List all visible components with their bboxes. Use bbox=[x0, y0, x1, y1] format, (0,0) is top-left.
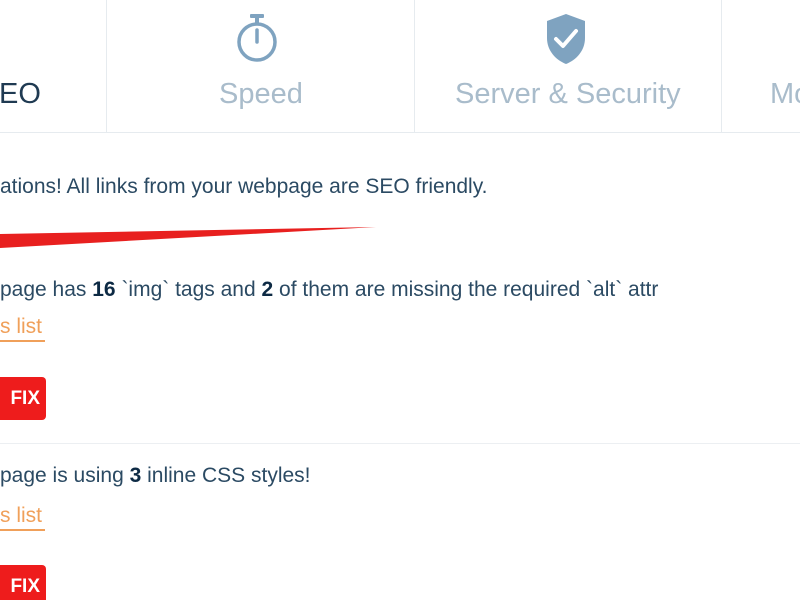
tab-seo[interactable]: EO bbox=[0, 0, 106, 132]
img-issue-suffix: of them are missing the required `alt` a… bbox=[273, 278, 659, 301]
css-details-link[interactable]: s list bbox=[0, 503, 45, 531]
seo-report-page: EO Speed Server & Security M ations! All… bbox=[0, 0, 800, 600]
inline-css-issue-message: page is using 3 inline CSS styles! bbox=[0, 463, 311, 489]
shield-check-icon bbox=[545, 12, 587, 74]
img-tag-count: 16 bbox=[92, 278, 116, 301]
tab-seo-label: EO bbox=[0, 78, 41, 110]
section-divider bbox=[0, 443, 800, 444]
inline-css-count: 3 bbox=[129, 464, 142, 487]
links-success-message: ations! All links from your webpage are … bbox=[0, 175, 488, 198]
tab-more-label: Mo bbox=[770, 78, 800, 110]
annotation-arrow bbox=[0, 227, 376, 248]
tab-server-security-label: Server & Security bbox=[455, 78, 681, 110]
css-issue-suffix: inline CSS styles! bbox=[141, 464, 311, 487]
tab-speed-label: Speed bbox=[219, 78, 303, 110]
report-tabs: EO Speed Server & Security M bbox=[0, 0, 800, 133]
img-alt-issue-message: page has 16 `img` tags and 2 of them are… bbox=[0, 277, 658, 303]
img-details-link[interactable]: s list bbox=[0, 314, 45, 342]
tab-more[interactable]: Mo bbox=[722, 0, 800, 132]
img-issue-prefix: page has bbox=[0, 278, 93, 301]
tab-speed[interactable]: Speed bbox=[107, 0, 414, 132]
tab-server-security[interactable]: Server & Security bbox=[415, 0, 721, 132]
css-fix-button[interactable]: FIX bbox=[0, 565, 46, 600]
css-issue-prefix: page is using bbox=[0, 464, 130, 487]
stopwatch-icon bbox=[235, 12, 279, 72]
img-fix-button[interactable]: FIX bbox=[0, 377, 46, 420]
missing-alt-count: 2 bbox=[261, 278, 274, 301]
img-issue-middle: `img` tags and bbox=[115, 278, 262, 301]
